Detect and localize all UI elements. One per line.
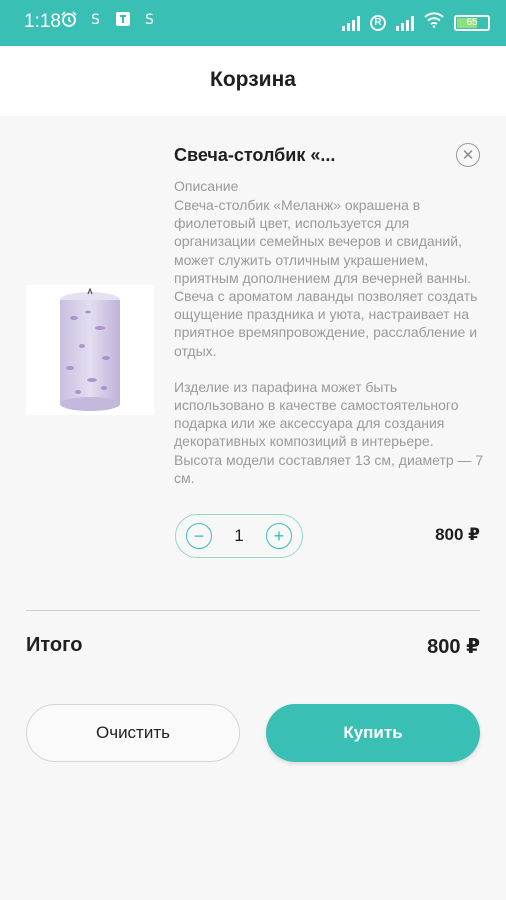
alarm-icon bbox=[60, 10, 78, 28]
svg-text:S: S bbox=[91, 12, 100, 27]
lavender-candle-image bbox=[60, 288, 120, 411]
product-image[interactable] bbox=[26, 285, 154, 415]
battery-level: 65 bbox=[466, 17, 478, 28]
buy-button[interactable]: Купить bbox=[266, 704, 480, 762]
description-label: Описание bbox=[174, 178, 239, 194]
signal-strength-icon bbox=[342, 15, 360, 31]
app-header: Корзина bbox=[0, 46, 506, 116]
wifi-icon bbox=[424, 12, 444, 33]
description-paragraph: Изделие из парафина может быть использов… bbox=[174, 378, 484, 486]
roaming-icon: R bbox=[370, 14, 386, 31]
page-title: Корзина bbox=[210, 68, 296, 91]
total-value: 800 ₽ bbox=[427, 636, 480, 658]
description-paragraph: Свеча-столбик «Меланж» окрашена в фиолет… bbox=[174, 197, 478, 359]
system-indicators: R 65 bbox=[342, 12, 490, 33]
increase-quantity-button[interactable]: + bbox=[266, 523, 292, 549]
product-description: Свеча-столбик «Меланж» окрашена в фиолет… bbox=[174, 196, 484, 505]
close-icon: ✕ bbox=[461, 147, 475, 164]
message-notification-icon bbox=[114, 10, 132, 28]
total-label: Итого bbox=[26, 634, 83, 656]
svg-text:S: S bbox=[145, 12, 154, 27]
item-price: 800 ₽ bbox=[435, 525, 480, 544]
remove-item-button[interactable]: ✕ bbox=[456, 143, 480, 167]
divider bbox=[26, 610, 480, 611]
plus-icon: + bbox=[273, 525, 285, 546]
status-bar: 1:18 S S R 65 bbox=[0, 0, 506, 46]
signal-strength-icon-2 bbox=[396, 15, 414, 31]
status-time: 1:18 bbox=[24, 11, 61, 32]
product-name[interactable]: Свеча-столбик «... bbox=[174, 145, 335, 166]
app-notification-icon: S bbox=[87, 10, 105, 28]
battery-icon: 65 bbox=[454, 14, 490, 31]
clear-cart-button[interactable]: Очистить bbox=[26, 704, 240, 762]
notification-icons: S S bbox=[60, 10, 159, 28]
app-notification-icon-2: S bbox=[141, 10, 159, 28]
quantity-stepper: − 1 + bbox=[175, 514, 303, 558]
